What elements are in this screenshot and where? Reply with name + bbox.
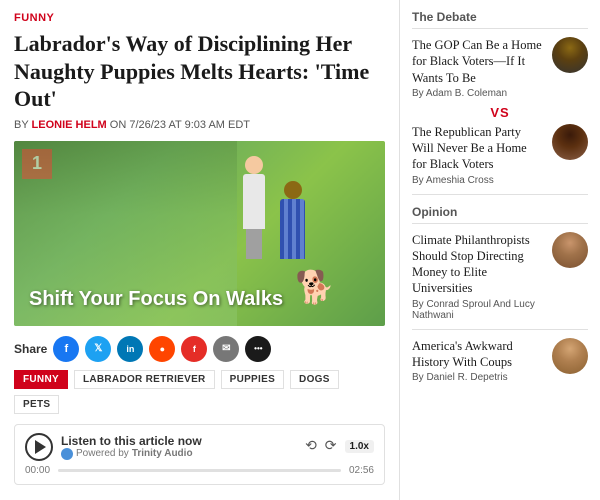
- play-icon: [35, 440, 46, 454]
- progress-bar[interactable]: [58, 469, 341, 472]
- share-row: Share f 𝕏 in ● f ✉ •••: [14, 336, 385, 362]
- opinion-text-area-1: Climate Philanthropists Should Stop Dire…: [412, 232, 544, 321]
- debate-author-1: By Adam B. Coleman: [412, 88, 544, 99]
- article-left-column: FUNNY Labrador's Way of Disciplining Her…: [0, 0, 400, 500]
- opinion-section: Opinion Climate Philanthropists Should S…: [412, 205, 588, 384]
- linkedin-share-button[interactable]: in: [117, 336, 143, 362]
- opinion-author-1: By Conrad Sproul And Lucy Nathwani: [412, 299, 544, 321]
- debate-text-area: The GOP Can Be a Home for Black Voters—I…: [412, 37, 544, 99]
- opinion-article-title-1[interactable]: Climate Philanthropists Should Stop Dire…: [412, 232, 544, 297]
- share-label: Share: [14, 342, 47, 356]
- speed-control[interactable]: 1.0x: [345, 440, 374, 453]
- article-title: Labrador's Way of Disciplining Her Naugh…: [14, 30, 385, 113]
- debate-article-title-2[interactable]: The Republican Party Will Never Be a Hom…: [412, 124, 544, 173]
- debate-text-area-2: The Republican Party Will Never Be a Hom…: [412, 124, 544, 186]
- audio-powered: Powered by Trinity Audio: [61, 448, 297, 460]
- more-share-button[interactable]: •••: [245, 336, 271, 362]
- email-share-button[interactable]: ✉: [213, 336, 239, 362]
- debate-item-1: The GOP Can Be a Home for Black Voters—I…: [412, 37, 588, 99]
- article-byline: BY LEONIE HELM ON 7/26/23 AT 9:03 AM EDT: [14, 119, 385, 131]
- play-button[interactable]: [25, 433, 53, 461]
- audio-time-end: 02:56: [349, 465, 374, 476]
- opinion-item-2: America's Awkward History With Coups By …: [412, 338, 588, 384]
- facebook-share-button[interactable]: f: [53, 336, 79, 362]
- article-author[interactable]: LEONIE HELM: [32, 119, 107, 131]
- opinion-text-area-2: America's Awkward History With Coups By …: [412, 338, 544, 384]
- byline-prefix: BY: [14, 119, 28, 131]
- reddit-share-button[interactable]: ●: [149, 336, 175, 362]
- audio-player: Listen to this article now Powered by Tr…: [14, 424, 385, 485]
- article-category[interactable]: FUNNY: [14, 12, 385, 24]
- audio-time-start: 00:00: [25, 465, 50, 476]
- dog-icon: 🐕: [295, 268, 335, 306]
- debate-section-header: The Debate: [412, 10, 588, 29]
- avatar-4: [552, 338, 588, 374]
- tag-puppies[interactable]: PUPPIES: [221, 370, 284, 389]
- audio-title: Listen to this article now: [61, 434, 297, 448]
- audio-controls: ⟲ ⟳ 1.0x: [305, 438, 374, 455]
- forward-button[interactable]: ⟳: [325, 438, 337, 455]
- trinity-logo-icon: [61, 448, 73, 460]
- flipboard-share-button[interactable]: f: [181, 336, 207, 362]
- tag-pets[interactable]: PETS: [14, 395, 59, 414]
- debate-item-2: The Republican Party Will Never Be a Hom…: [412, 124, 588, 186]
- avatar-2: [552, 124, 588, 160]
- article-image: 1 🐕: [14, 141, 385, 326]
- article-date: ON 7/26/23 AT 9:03 AM EDT: [110, 119, 250, 131]
- opinion-section-header: Opinion: [412, 205, 588, 224]
- twitter-share-button[interactable]: 𝕏: [85, 336, 111, 362]
- debate-author-2: By Ameshia Cross: [412, 175, 544, 186]
- opinion-article-title-2[interactable]: America's Awkward History With Coups: [412, 338, 544, 371]
- audio-info: Listen to this article now Powered by Tr…: [61, 434, 297, 460]
- opinion-item-1: Climate Philanthropists Should Stop Dire…: [412, 232, 588, 321]
- tag-dogs[interactable]: DOGS: [290, 370, 339, 389]
- avatar-1: [552, 37, 588, 73]
- tag-funny[interactable]: FUNNY: [14, 370, 68, 389]
- sidebar-right: The Debate The GOP Can Be a Home for Bla…: [400, 0, 600, 500]
- opinion-divider: [412, 329, 588, 330]
- audio-timeline: 00:00 02:56: [25, 465, 374, 476]
- debate-article-title-1[interactable]: The GOP Can Be a Home for Black Voters—I…: [412, 37, 544, 86]
- image-overlay-text: Shift Your Focus On Walks: [29, 288, 283, 311]
- avatar-3: [552, 232, 588, 268]
- vs-label: VS: [412, 105, 588, 120]
- tags-row: FUNNY LABRADOR RETRIEVER PUPPIES DOGS PE…: [14, 370, 385, 414]
- tag-labrador[interactable]: LABRADOR RETRIEVER: [74, 370, 215, 389]
- opinion-author-2: By Daniel R. Depetris: [412, 372, 544, 383]
- rewind-button[interactable]: ⟲: [305, 438, 317, 455]
- section-divider: [412, 194, 588, 195]
